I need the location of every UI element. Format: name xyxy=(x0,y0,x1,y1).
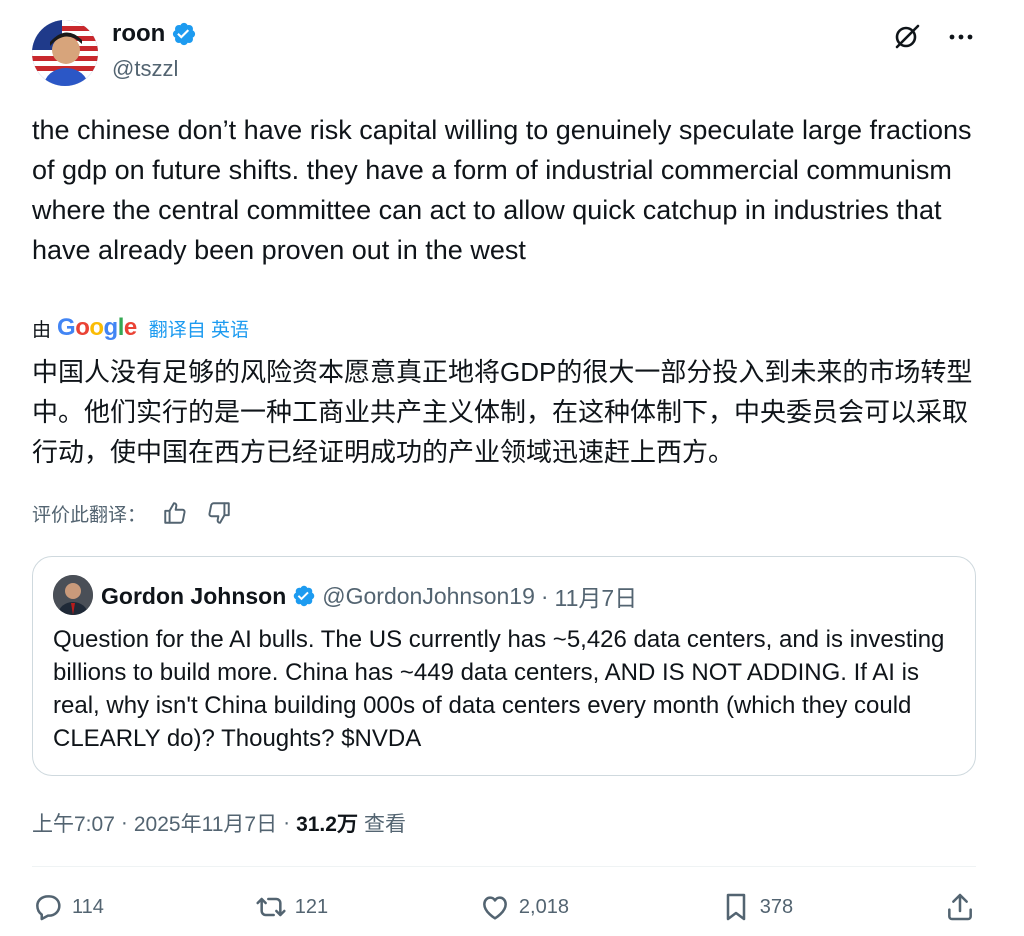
author-name[interactable]: roon xyxy=(112,20,197,48)
repost-button[interactable]: 121 xyxy=(255,891,328,923)
quoted-author-name[interactable]: Gordon Johnson xyxy=(101,583,286,610)
thumbs-up-icon[interactable] xyxy=(160,498,190,528)
author-avatar[interactable] xyxy=(32,20,98,86)
grok-icon[interactable] xyxy=(890,22,924,52)
like-button[interactable]: 2,018 xyxy=(479,891,569,923)
tweet-text: the chinese don’t have risk capital will… xyxy=(32,115,972,265)
translated-from-link[interactable]: 翻译自 英语 xyxy=(149,315,249,342)
rate-translation-label: 评价此翻译： xyxy=(32,504,147,526)
meta-separator: · xyxy=(283,811,291,834)
google-logo-letter: g xyxy=(103,314,119,341)
quoted-tweet[interactable]: Gordon Johnson @GordonJohnson19 · 11月7日 … xyxy=(32,556,976,776)
reply-icon xyxy=(36,895,61,921)
reply-button[interactable]: 114 xyxy=(32,891,104,923)
google-logo-letter: o xyxy=(75,314,90,341)
google-logo-letter: e xyxy=(123,314,137,341)
share-button[interactable] xyxy=(944,891,976,923)
repost-icon xyxy=(256,897,286,917)
quoted-author-avatar[interactable] xyxy=(53,575,93,615)
bookmark-button[interactable]: 378 xyxy=(720,891,793,923)
divider xyxy=(32,866,976,867)
translation-attribution: 由 Google 翻译自 英语 xyxy=(32,314,249,342)
quoted-author-handle[interactable]: @GordonJohnson19 xyxy=(322,583,535,610)
quoted-header: Gordon Johnson @GordonJohnson19 · 11月7日 xyxy=(101,579,637,613)
quoted-date[interactable]: 11月7日 xyxy=(555,579,638,613)
google-logo: Google xyxy=(57,314,137,342)
translation-by: 由 xyxy=(32,319,52,341)
tweet: roon @tszzl the chinese don’t have risk … xyxy=(0,0,1024,936)
tweet-meta: 上午7:07 · 2025年11月7日 · 31.2万 查看 xyxy=(32,808,406,838)
reply-count: 114 xyxy=(72,895,104,918)
tweet-time[interactable]: 上午7:07 xyxy=(32,808,115,838)
google-logo-letter: o xyxy=(89,314,104,341)
verified-badge-icon xyxy=(294,585,315,607)
share-icon xyxy=(948,893,972,921)
like-icon xyxy=(482,896,507,920)
author-name-text[interactable]: roon xyxy=(112,20,165,48)
views-count: 31.2万 xyxy=(296,813,358,836)
more-icon[interactable] xyxy=(944,22,978,52)
action-bar: 114 121 2,018 378 xyxy=(32,882,976,932)
quoted-text: Question for the AI bulls. The US curren… xyxy=(53,626,945,752)
like-count: 2,018 xyxy=(518,895,569,918)
meta-separator: · xyxy=(120,811,128,834)
author-handle[interactable]: @tszzl xyxy=(112,56,178,82)
tweet-top-actions xyxy=(890,22,978,52)
thumbs-down-icon[interactable] xyxy=(204,498,234,528)
verified-badge-icon xyxy=(173,22,196,46)
translated-text: 中国人没有足够的风险资本愿意真正地将GDP的很大一部分投入到未来的市场转型中。他… xyxy=(32,357,973,467)
rate-translation: 评价此翻译： xyxy=(32,498,234,528)
bookmark-count: 378 xyxy=(759,895,794,918)
google-logo-letter: G xyxy=(57,314,76,341)
quoted-separator: · xyxy=(540,582,549,609)
bookmark-icon xyxy=(726,893,746,921)
views-label: 查看 xyxy=(363,813,406,836)
tweet-date[interactable]: 2025年11月7日 xyxy=(134,808,277,838)
repost-count: 121 xyxy=(294,895,329,918)
